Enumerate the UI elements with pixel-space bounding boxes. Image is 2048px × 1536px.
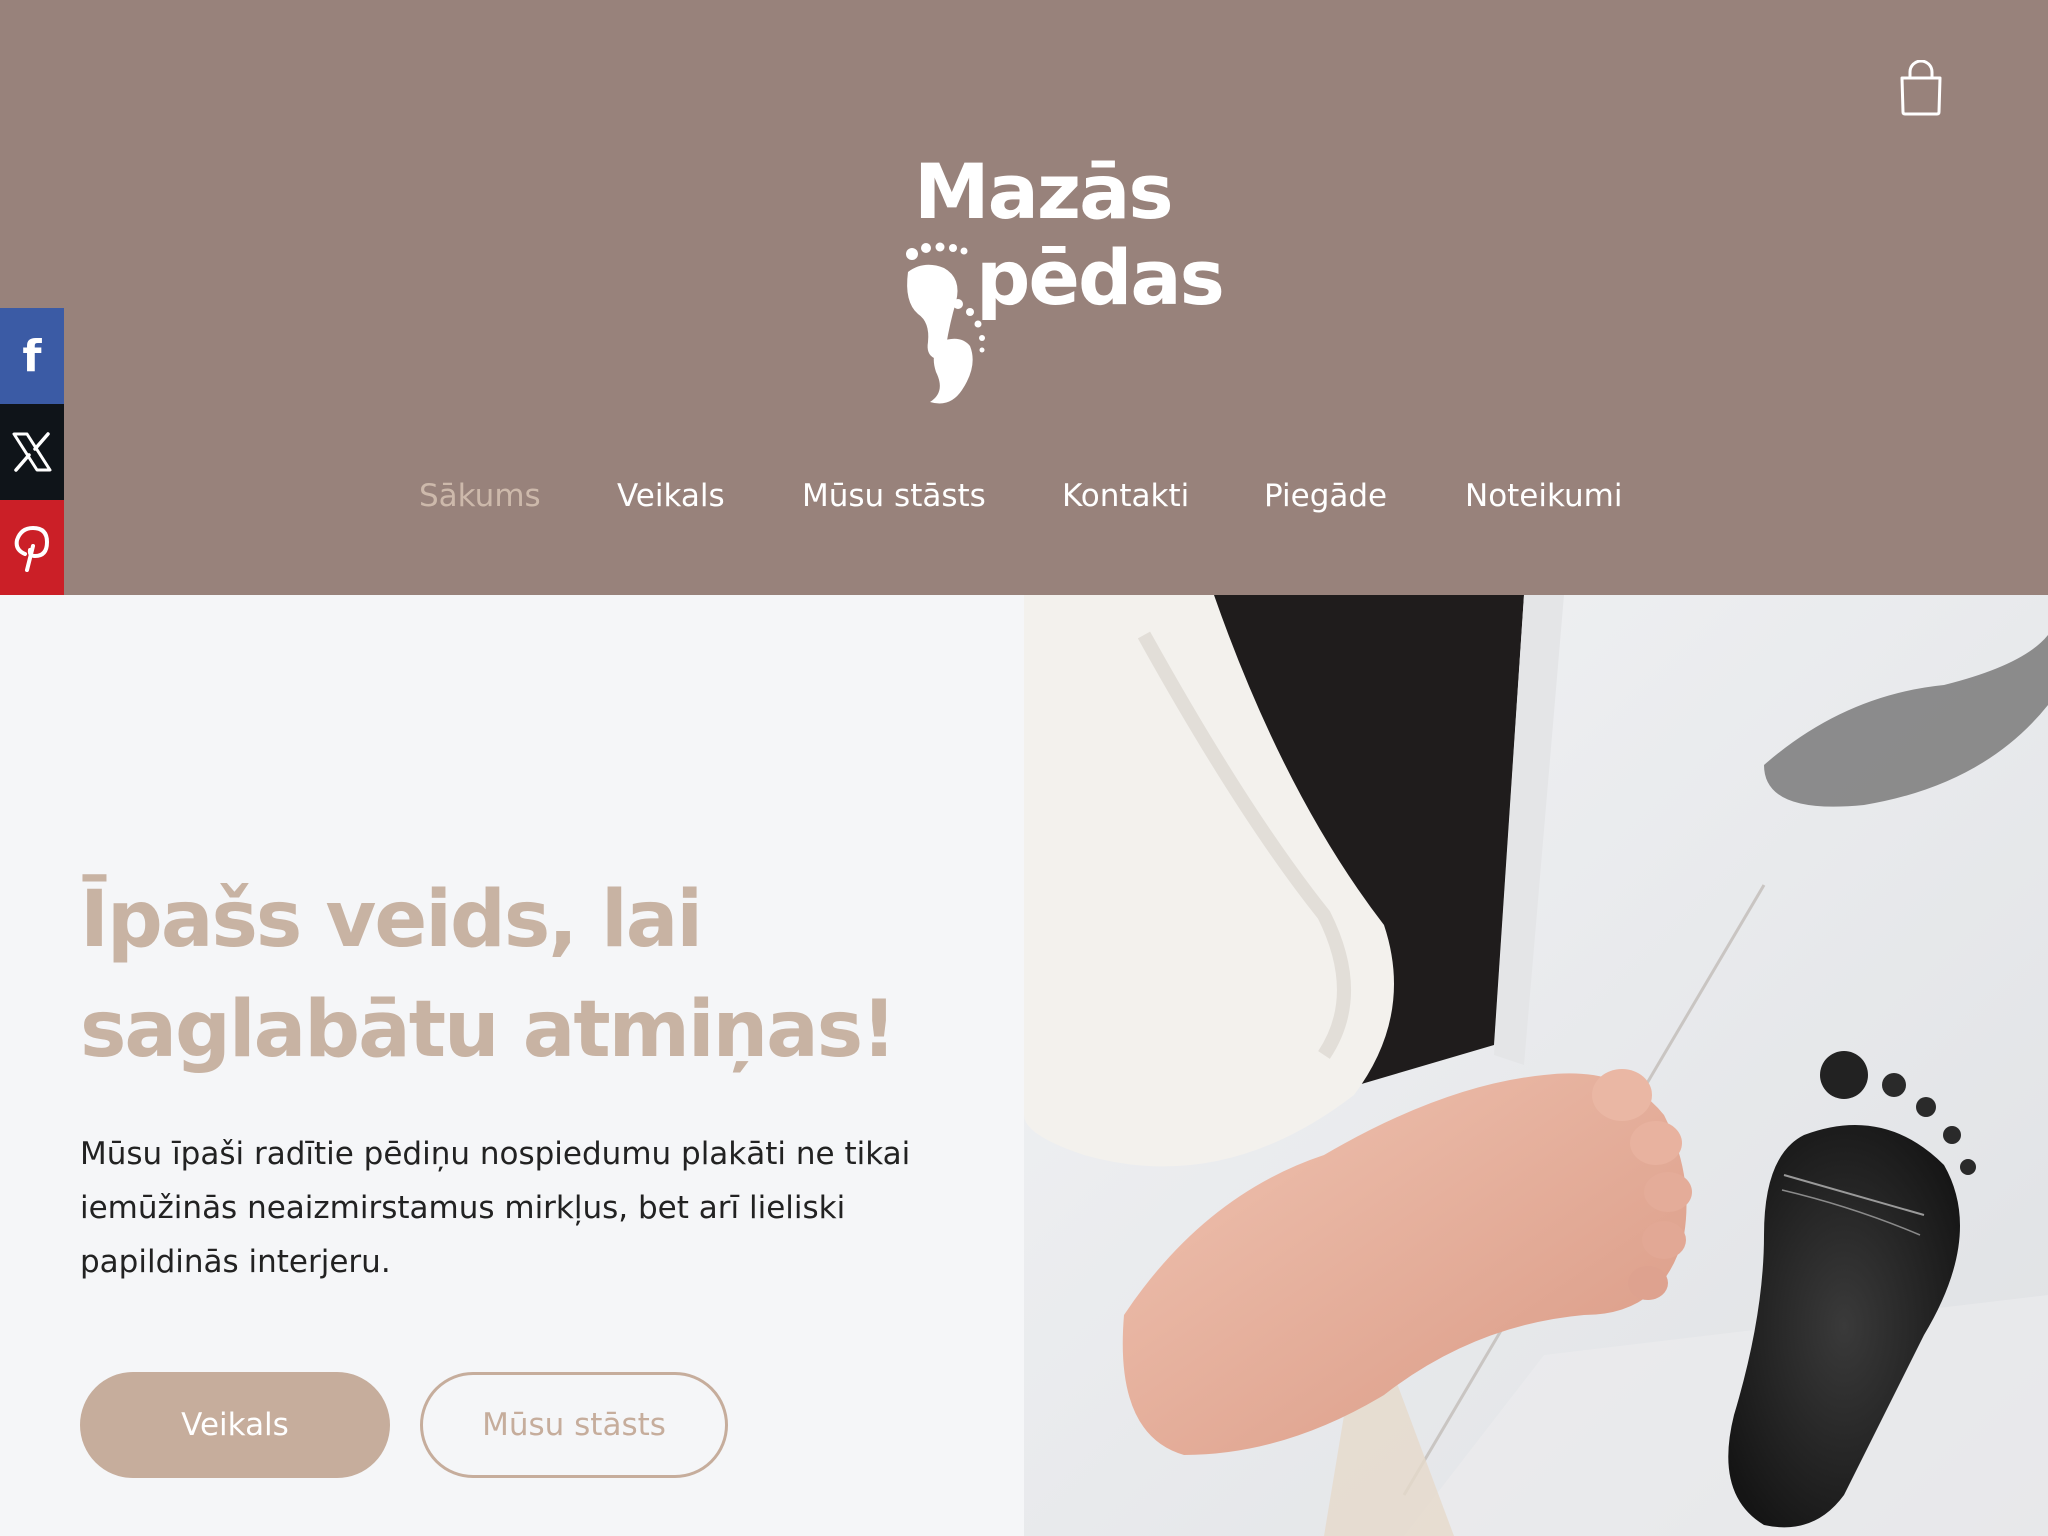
nav-item-sakums[interactable]: Sākums [419, 478, 541, 514]
nav-item-noteikumi[interactable]: Noteikumi [1465, 478, 1622, 514]
shopping-bag-icon[interactable] [1896, 59, 1946, 116]
footprint-icon [906, 242, 985, 404]
x-icon [12, 432, 52, 472]
x-share-button[interactable] [0, 404, 64, 500]
pinterest-share-button[interactable] [0, 500, 64, 596]
nav-item-musu-stasts[interactable]: Mūsu stāsts [802, 478, 986, 514]
hero-text-panel: Īpašs veids, lai saglabātu atmiņas! Mūsu… [0, 595, 1024, 1536]
hero-headline: Īpašs veids, lai saglabātu atmiņas! [80, 875, 897, 1075]
pinterest-icon [14, 525, 50, 572]
our-story-button[interactable]: Mūsu stāsts [420, 1372, 728, 1478]
logo-text-line1: Mazās [914, 147, 1174, 236]
facebook-icon: f [22, 330, 42, 382]
hero-image [1024, 595, 2048, 1536]
nav-item-veikals[interactable]: Veikals [617, 478, 725, 514]
hero-paragraph: Mūsu īpaši radītie pēdiņu nospiedumu pla… [80, 1136, 911, 1280]
site-logo[interactable]: Mazās pēdas [900, 150, 1225, 410]
nav-item-piegade[interactable]: Piegāde [1264, 478, 1387, 514]
facebook-share-button[interactable]: f [0, 308, 64, 404]
social-share-bar: f [0, 308, 64, 596]
main-nav: Sākums Veikals Mūsu stāsts Kontakti Pieg… [0, 470, 2048, 530]
shop-button[interactable]: Veikals [80, 1372, 390, 1478]
site-header: Mazās pēdas Sākums Veikals Mūsu stāsts K… [0, 0, 2048, 595]
nav-item-kontakti[interactable]: Kontakti [1062, 478, 1189, 514]
baby-foot-and-footprint-photo [1024, 595, 2048, 1536]
logo-text-line2: pēdas [976, 233, 1225, 322]
